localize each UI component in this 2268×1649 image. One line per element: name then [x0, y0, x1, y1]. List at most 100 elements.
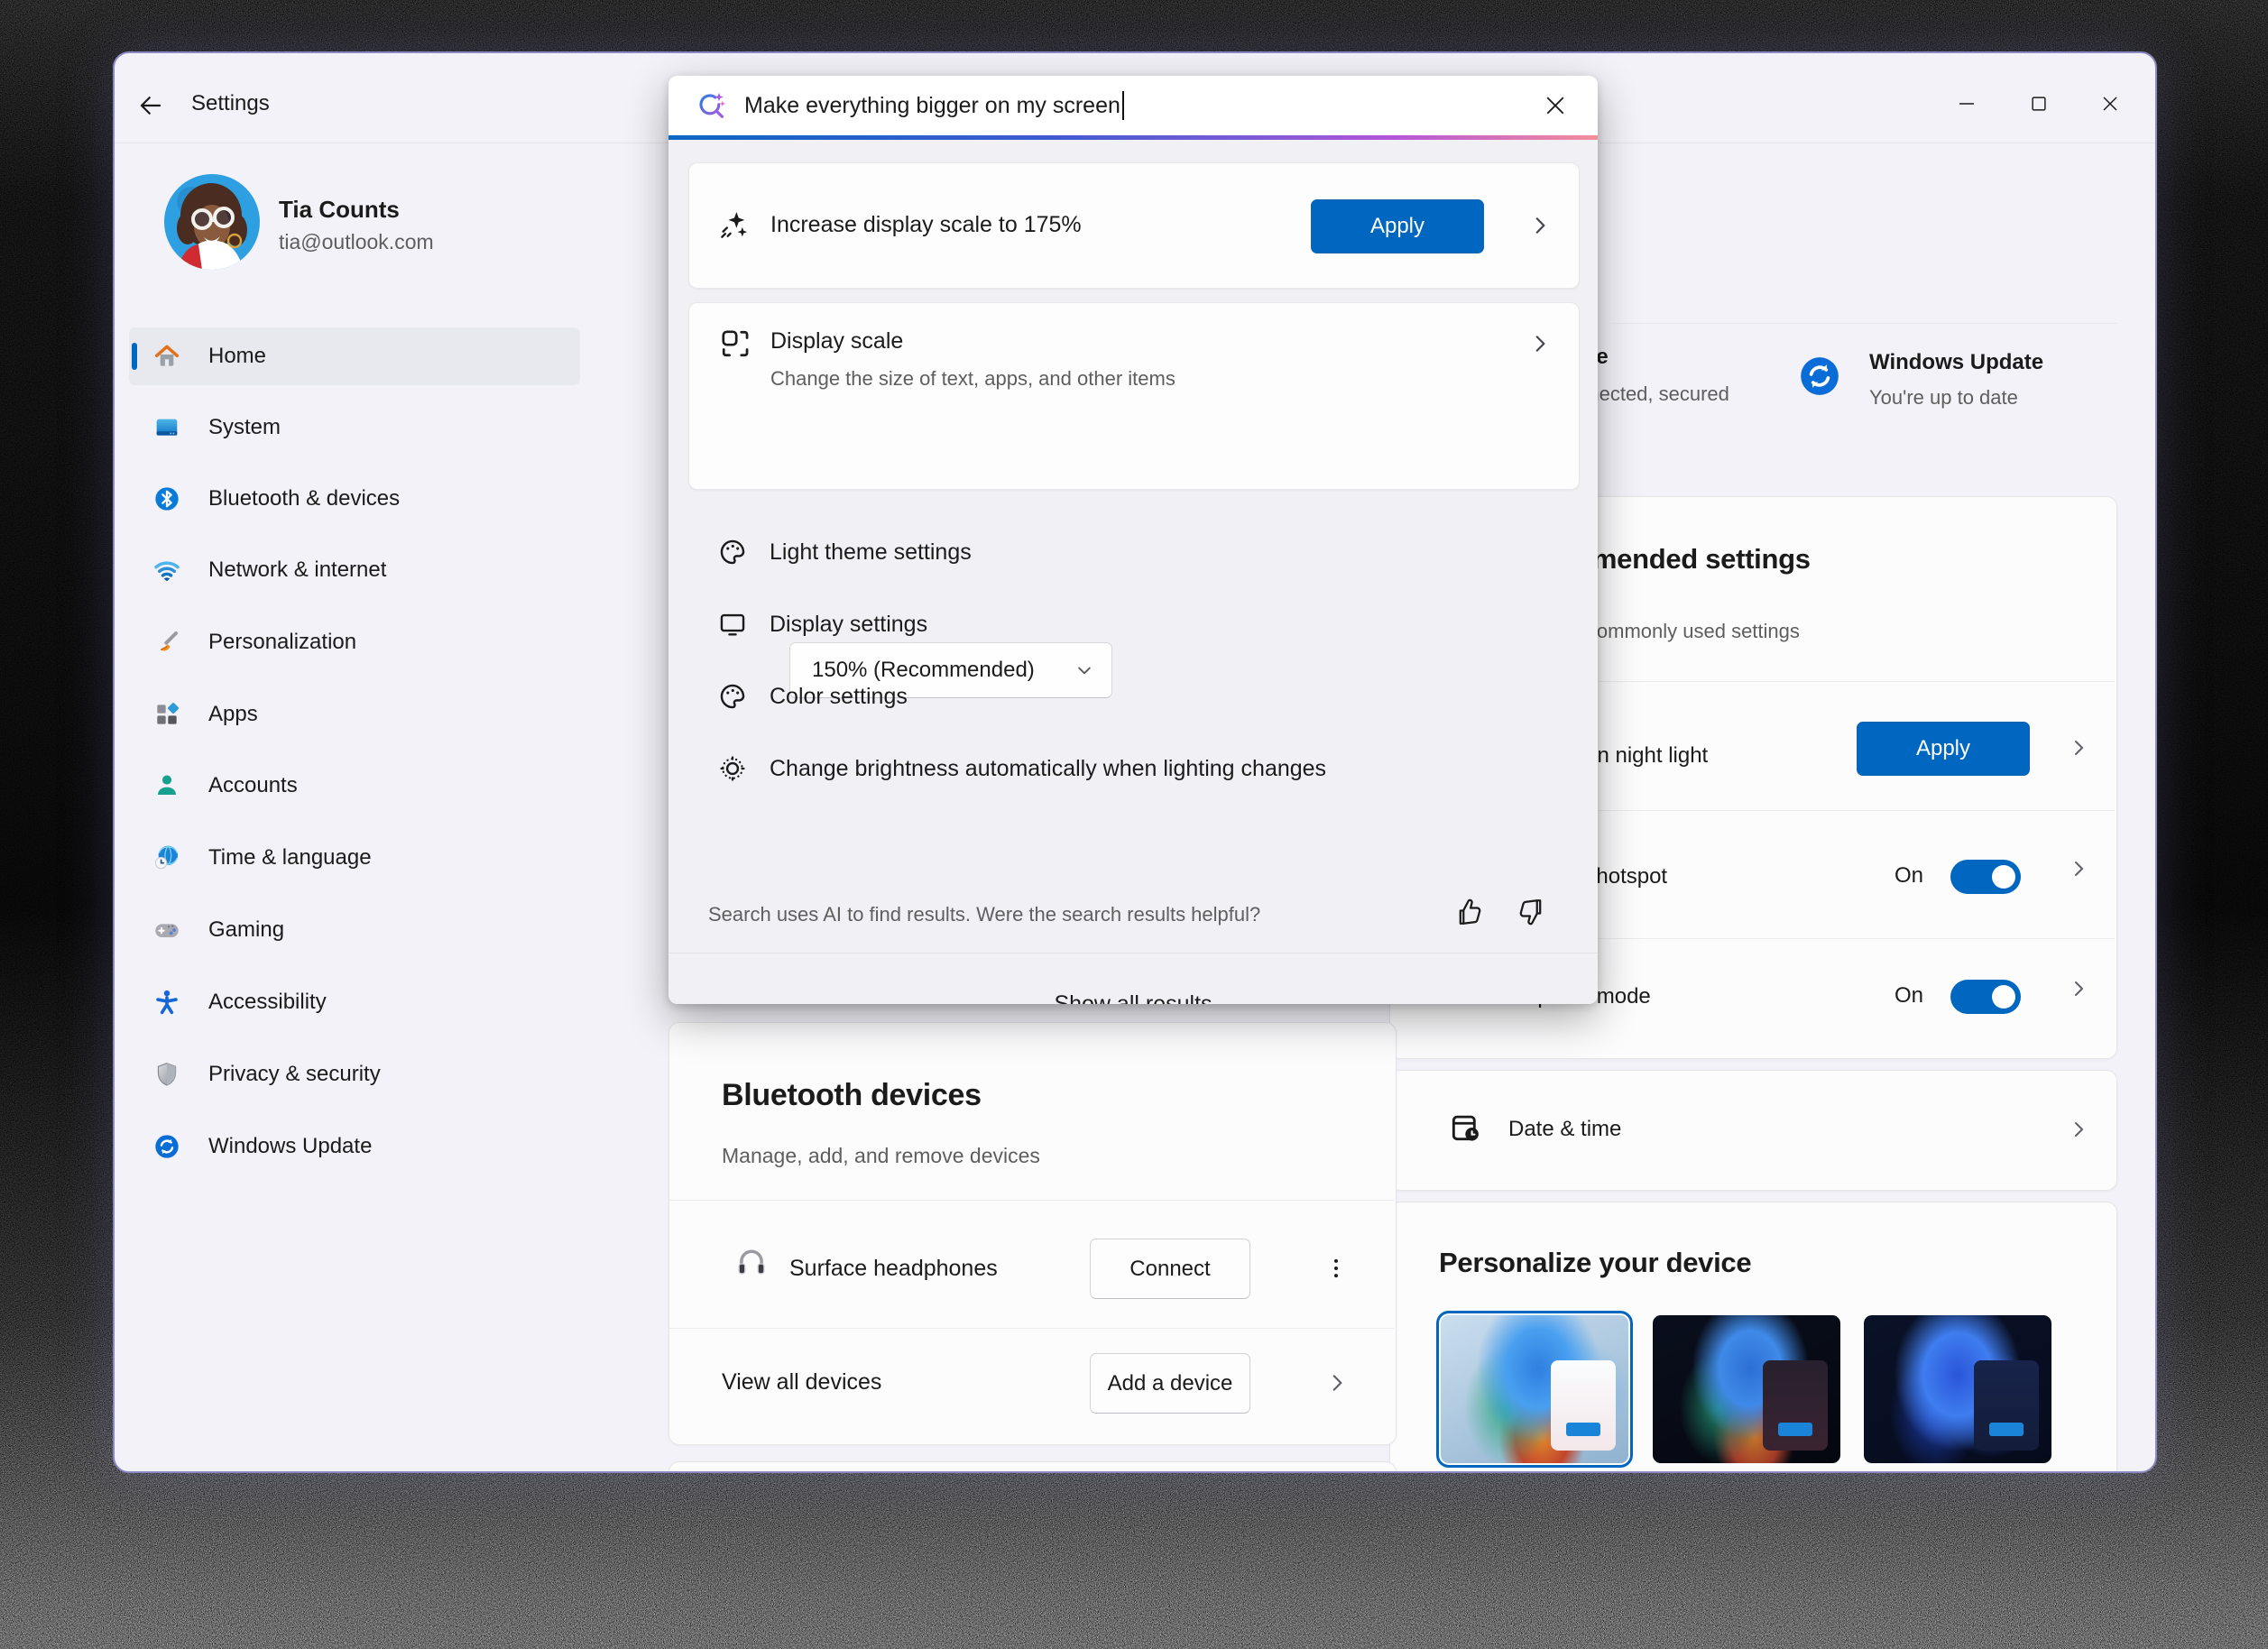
display-scale-subtitle: Change the size of text, apps, and other… [770, 367, 1175, 390]
toggle-knob [1992, 985, 2015, 1009]
sidebar-item-personalization[interactable]: Personalization [129, 613, 580, 671]
theme-thumbnail-light[interactable] [1436, 1311, 1633, 1468]
display-scale-icon [722, 330, 749, 357]
add-device-button[interactable]: Add a device [1090, 1353, 1250, 1414]
windows-update-status-title: Windows Update [1869, 350, 2044, 374]
sidebar-item-label: Windows Update [208, 1134, 373, 1158]
monitor-icon [720, 613, 745, 636]
avatar [164, 174, 260, 270]
palette-icon [720, 684, 745, 709]
thumbs-down-icon[interactable] [1515, 896, 1547, 928]
close-icon [2103, 97, 2117, 111]
link-label: Color settings [770, 683, 908, 709]
show-all-results-button[interactable]: Show all results [668, 979, 1598, 1004]
link-label: Light theme settings [770, 539, 972, 565]
account-name: Tia Counts [279, 196, 400, 223]
sidebar-item-label: Time & language [208, 845, 372, 870]
apply-button[interactable]: Apply [1311, 199, 1484, 253]
ai-search-icon [699, 92, 725, 118]
sidebar-item-label: Bluetooth & devices [208, 486, 401, 511]
action-result-card: Increase display scale to 175% Apply [688, 162, 1580, 289]
chevron-right-icon[interactable] [2068, 737, 2089, 759]
link-label: Display settings [770, 611, 928, 637]
headphones-icon [738, 1249, 765, 1275]
ai-feedback-prompt: Search uses AI to find results. Were the… [708, 903, 1261, 926]
bluetooth-icon [155, 487, 179, 511]
search-input[interactable]: Make everything bigger on my screen [668, 76, 1598, 135]
sidebar-item-label: Network & internet [208, 557, 387, 582]
sidebar-item-time-language[interactable]: Time & language [129, 829, 580, 887]
preview-button [1778, 1423, 1812, 1436]
clear-search-icon[interactable] [1542, 92, 1569, 119]
preview-card [1551, 1360, 1616, 1451]
link-color-settings[interactable]: Color settings [668, 665, 1598, 728]
back-arrow-icon [140, 97, 161, 115]
update-icon [155, 1135, 179, 1158]
chevron-right-icon[interactable] [2068, 858, 2089, 880]
preview-card [1974, 1360, 2039, 1451]
sidebar-item-label: Home [208, 344, 267, 368]
link-auto-brightness[interactable]: Change brightness automatically when lig… [668, 737, 1598, 800]
personalize-title: Personalize your device [1439, 1247, 1752, 1278]
sidebar-item-home[interactable]: Home [129, 327, 580, 385]
sidebar-item-windows-update[interactable]: Windows Update [129, 1118, 580, 1175]
mobile-hotspot-state: On [1894, 863, 1923, 888]
action-result-title: Increase display scale to 175% [770, 212, 1082, 237]
sidebar-item-apps[interactable]: Apps [129, 686, 580, 743]
person-icon [158, 775, 176, 795]
chevron-right-icon[interactable] [1528, 214, 1552, 237]
accessibility-person-icon [156, 990, 178, 1015]
airplane-mode-state: On [1894, 983, 1923, 1008]
display-scale-title: Display scale [770, 328, 904, 354]
bluetooth-card-title: Bluetooth devices [722, 1078, 982, 1112]
night-light-apply-button[interactable]: Apply [1857, 722, 2030, 776]
chevron-right-icon[interactable] [1325, 1371, 1349, 1395]
theme-thumbnail-dark[interactable] [1653, 1315, 1840, 1463]
row-divider [669, 1200, 1394, 1201]
sidebar-item-gaming[interactable]: Gaming [129, 901, 580, 959]
date-time-card[interactable] [1389, 1070, 2117, 1191]
link-display-settings[interactable]: Display settings [668, 593, 1598, 656]
sparkle-action-icon [721, 211, 748, 238]
shield-icon [157, 1063, 177, 1086]
link-light-theme-settings[interactable]: Light theme settings [668, 520, 1598, 584]
windows-update-status-icon [1801, 357, 1839, 395]
sidebar-item-label: System [208, 415, 281, 439]
chevron-right-icon[interactable] [2068, 978, 2089, 1000]
link-label: Change brightness automatically when lig… [770, 755, 1327, 781]
show-all-results-label: Show all results [1054, 991, 1212, 1004]
connect-button[interactable]: Connect [1090, 1239, 1250, 1299]
gamepad-icon [155, 924, 179, 937]
windows-update-status-text: You're up to date [1869, 386, 2018, 409]
maximize-button[interactable] [2012, 84, 2066, 124]
mobile-hotspot-toggle[interactable] [1950, 860, 2021, 894]
more-options-icon[interactable] [1323, 1256, 1349, 1281]
apps-icon [157, 703, 180, 724]
sidebar-item-label: Gaming [208, 917, 285, 942]
theme-thumbnail-blue[interactable] [1864, 1315, 2051, 1463]
chevron-right-icon[interactable] [1528, 332, 1552, 355]
search-results-overlay: Make everything bigger on my screen Incr… [668, 76, 1598, 1004]
header-band-divider [1612, 323, 2117, 324]
sidebar-item-privacy-security[interactable]: Privacy & security [129, 1046, 580, 1103]
sidebar-item-label: Privacy & security [208, 1062, 381, 1086]
bluetooth-card-subtitle: Manage, add, and remove devices [722, 1144, 1040, 1167]
minimize-button[interactable] [1940, 84, 1994, 124]
sidebar-item-bluetooth-devices[interactable]: Bluetooth & devices [129, 470, 580, 528]
airplane-mode-toggle[interactable] [1950, 980, 2021, 1014]
sidebar-item-network-internet[interactable]: Network & internet [129, 541, 580, 599]
text-cursor [1121, 91, 1124, 120]
sidebar-item-accounts[interactable]: Accounts [129, 757, 580, 815]
recommended-settings-subtitle: Commonly used settings [1582, 620, 1800, 642]
back-button[interactable] [131, 88, 171, 124]
sidebar-item-system[interactable]: System [129, 399, 580, 456]
close-button[interactable] [2083, 84, 2137, 124]
sidebar-item-label: Apps [208, 702, 258, 726]
page-title: Settings [191, 91, 270, 115]
system-icon [156, 419, 178, 436]
view-all-devices-label[interactable]: View all devices [722, 1369, 881, 1396]
next-section-card [668, 1461, 1397, 1471]
chevron-right-icon[interactable] [2068, 1119, 2089, 1140]
sidebar-item-accessibility[interactable]: Accessibility [129, 973, 580, 1031]
thumbs-up-icon[interactable] [1453, 896, 1486, 928]
